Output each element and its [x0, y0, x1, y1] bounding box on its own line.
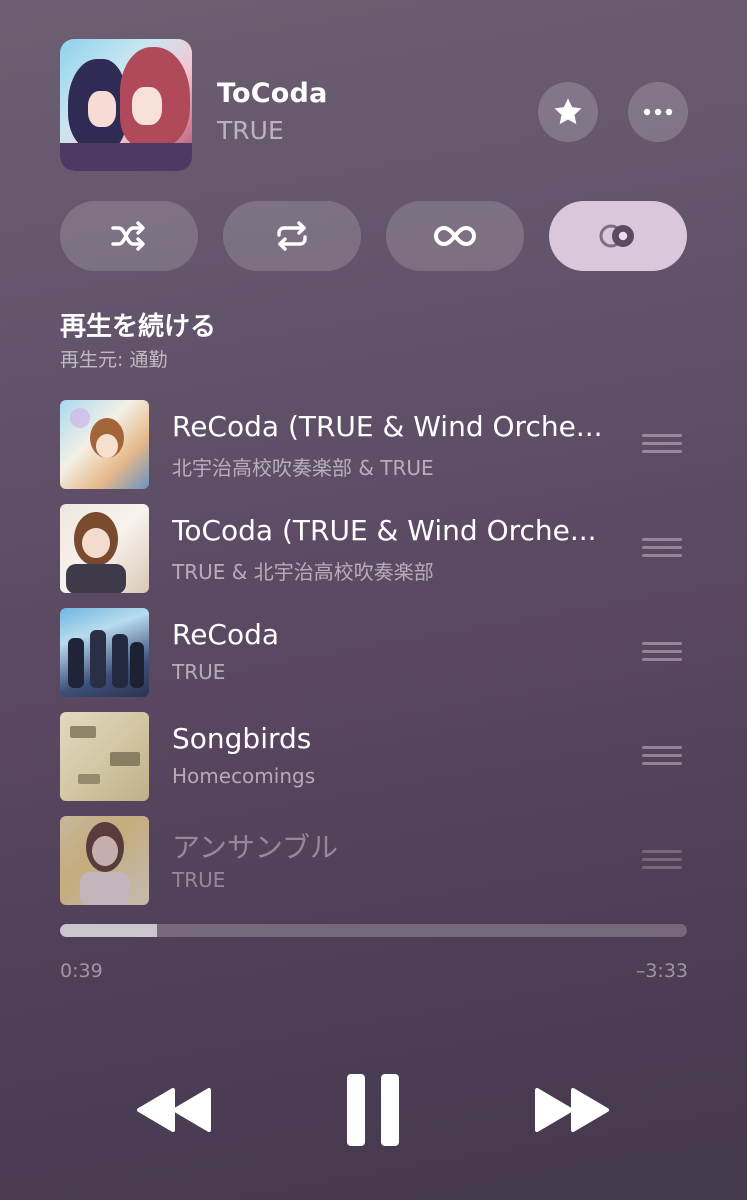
artwork-figure	[78, 774, 100, 784]
infinity-button[interactable]	[386, 201, 524, 271]
rewind-button[interactable]	[132, 1080, 218, 1140]
reorder-handle-icon[interactable]	[642, 642, 682, 662]
artwork-figure	[132, 87, 162, 125]
queue-item-artist: Homecomings	[172, 764, 316, 788]
queue-item-artist: TRUE	[172, 868, 226, 892]
queue-artwork	[60, 816, 149, 905]
fast-forward-icon	[535, 1088, 609, 1132]
queue-item[interactable]: ReCoda (TRUE & Wind Orche... 北宇治高校吹奏楽部 &…	[60, 400, 690, 490]
queue-item-title: アンサンブル	[172, 831, 339, 864]
reorder-handle-icon[interactable]	[642, 850, 682, 870]
remaining-time: –3:33	[635, 960, 688, 982]
artwork-figure	[80, 872, 130, 905]
queue-item-title: ReCoda	[172, 618, 280, 651]
progress-scrubber[interactable]	[60, 924, 687, 937]
queue-item-artist: TRUE	[172, 660, 226, 684]
infinity-icon	[434, 225, 476, 247]
reorder-handle-icon[interactable]	[642, 538, 682, 558]
track-title[interactable]: ToCoda	[217, 78, 328, 109]
now-playing-artwork[interactable]	[60, 39, 192, 171]
queue-artwork	[60, 504, 149, 593]
artwork-figure	[130, 642, 144, 688]
artwork-figure	[70, 726, 96, 738]
star-icon	[554, 98, 582, 125]
up-next-title: 再生を続ける	[60, 312, 217, 342]
reorder-handle-icon[interactable]	[642, 434, 682, 454]
track-artist[interactable]: TRUE	[217, 116, 284, 145]
shuffle-icon	[111, 221, 145, 251]
queue-item[interactable]: Songbirds Homecomings	[60, 712, 690, 802]
elapsed-time: 0:39	[60, 960, 103, 982]
artwork-figure	[96, 434, 118, 458]
artwork-figure	[68, 638, 84, 688]
queue-item-artist: TRUE & 北宇治高校吹奏楽部	[172, 560, 434, 584]
pause-button[interactable]	[338, 1070, 408, 1150]
queue-item[interactable]: ToCoda (TRUE & Wind Orche... TRUE & 北宇治高…	[60, 504, 690, 594]
progress-fill	[60, 924, 158, 937]
artwork-figure	[92, 836, 118, 866]
pause-icon	[347, 1074, 399, 1146]
autoplay-icon	[599, 224, 634, 248]
artwork-figure	[88, 91, 116, 127]
queue-artwork	[60, 400, 149, 489]
rewind-icon	[137, 1088, 211, 1132]
artwork-figure	[60, 143, 192, 171]
fast-forward-button[interactable]	[528, 1080, 614, 1140]
ellipsis-icon	[643, 108, 673, 116]
artwork-figure	[70, 408, 90, 428]
queue-item-artist: 北宇治高校吹奏楽部 & TRUE	[172, 456, 434, 480]
repeat-icon	[277, 221, 307, 251]
artwork-figure	[66, 564, 126, 593]
queue-item[interactable]: アンサンブル TRUE	[60, 816, 690, 906]
shuffle-button[interactable]	[60, 201, 198, 271]
artwork-figure	[82, 528, 110, 558]
queue-item[interactable]: ReCoda TRUE	[60, 608, 690, 698]
playing-from-label: 再生元: 通勤	[60, 349, 168, 371]
queue-item-title: ReCoda (TRUE & Wind Orche...	[172, 410, 603, 443]
queue-artwork	[60, 712, 149, 801]
autoplay-button[interactable]	[549, 201, 687, 271]
artwork-figure	[110, 752, 140, 766]
more-button[interactable]	[628, 82, 688, 142]
queue-item-title: Songbirds	[172, 722, 312, 755]
reorder-handle-icon[interactable]	[642, 746, 682, 766]
artwork-figure	[90, 630, 106, 688]
queue-artwork	[60, 608, 149, 697]
repeat-button[interactable]	[223, 201, 361, 271]
artwork-figure	[112, 634, 128, 688]
queue-item-title: ToCoda (TRUE & Wind Orche...	[172, 514, 597, 547]
favorite-button[interactable]	[538, 82, 598, 142]
